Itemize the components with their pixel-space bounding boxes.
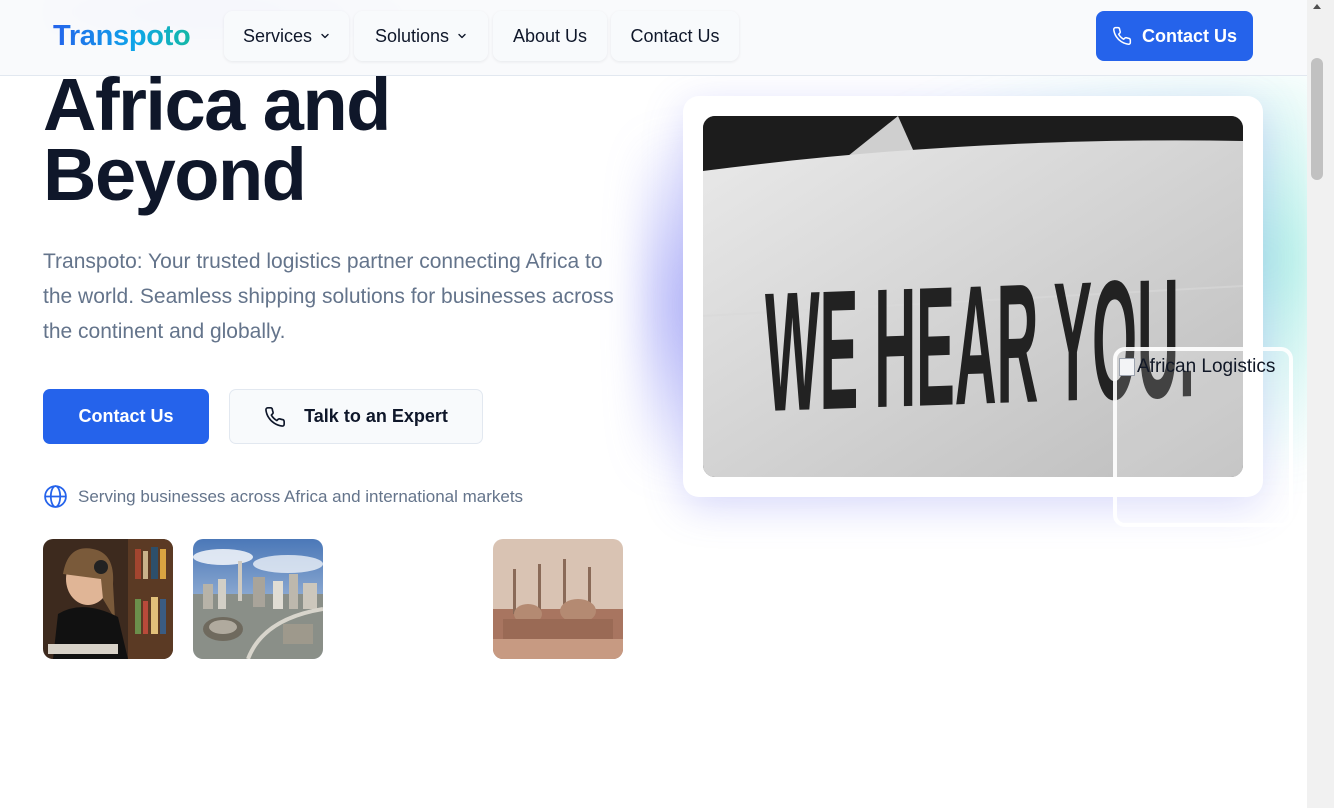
hero-title: Africa and Beyond — [43, 63, 391, 216]
serving-text: Serving businesses across Africa and int… — [78, 486, 524, 506]
hero-contact-label: Contact Us — [78, 406, 174, 426]
nav-contact-button[interactable]: Contact Us — [1096, 11, 1253, 61]
broken-image-alt: African Logistics — [1119, 356, 1275, 378]
overlay-alt-text: African Logistics — [1137, 356, 1276, 377]
thumbnail-woman-studying — [43, 539, 173, 659]
serving-note: Serving businesses across Africa and int… — [43, 484, 523, 509]
chevron-down-icon — [321, 33, 329, 39]
nav-item-about[interactable]: About Us — [493, 11, 607, 61]
nav-item-label: Contact Us — [630, 25, 720, 46]
hero-description: Transpoto: Your trusted logistics partne… — [43, 250, 614, 343]
scroll-up-arrow-icon[interactable] — [1310, 0, 1324, 14]
phone-icon — [1112, 26, 1132, 45]
hero-contact-button[interactable]: Contact Us — [43, 389, 209, 444]
nav-item-label: Services — [242, 25, 313, 46]
nav-item-label: About Us — [512, 25, 588, 46]
broken-image-icon — [1119, 358, 1135, 376]
talk-to-expert-label: Talk to an Expert — [304, 406, 448, 426]
thumbnail-city-skyline — [193, 539, 323, 659]
talk-to-expert-button[interactable]: Talk to an Expert — [229, 389, 483, 444]
thumbnail-cairo-mosques — [493, 539, 623, 659]
globe-icon — [44, 485, 67, 508]
brand-logo[interactable]: Transpoto — [53, 20, 191, 53]
nav-item-contact[interactable]: Contact Us — [611, 11, 739, 61]
scrollbar-thumb[interactable] — [1311, 58, 1323, 180]
nav-item-solutions[interactable]: Solutions — [354, 11, 488, 61]
nav-item-services[interactable]: Services — [224, 11, 349, 61]
nav-contact-label: Contact Us — [1141, 25, 1237, 46]
phone-icon — [265, 406, 286, 427]
chevron-down-icon — [458, 33, 466, 39]
nav-item-label: Solutions — [374, 25, 450, 46]
